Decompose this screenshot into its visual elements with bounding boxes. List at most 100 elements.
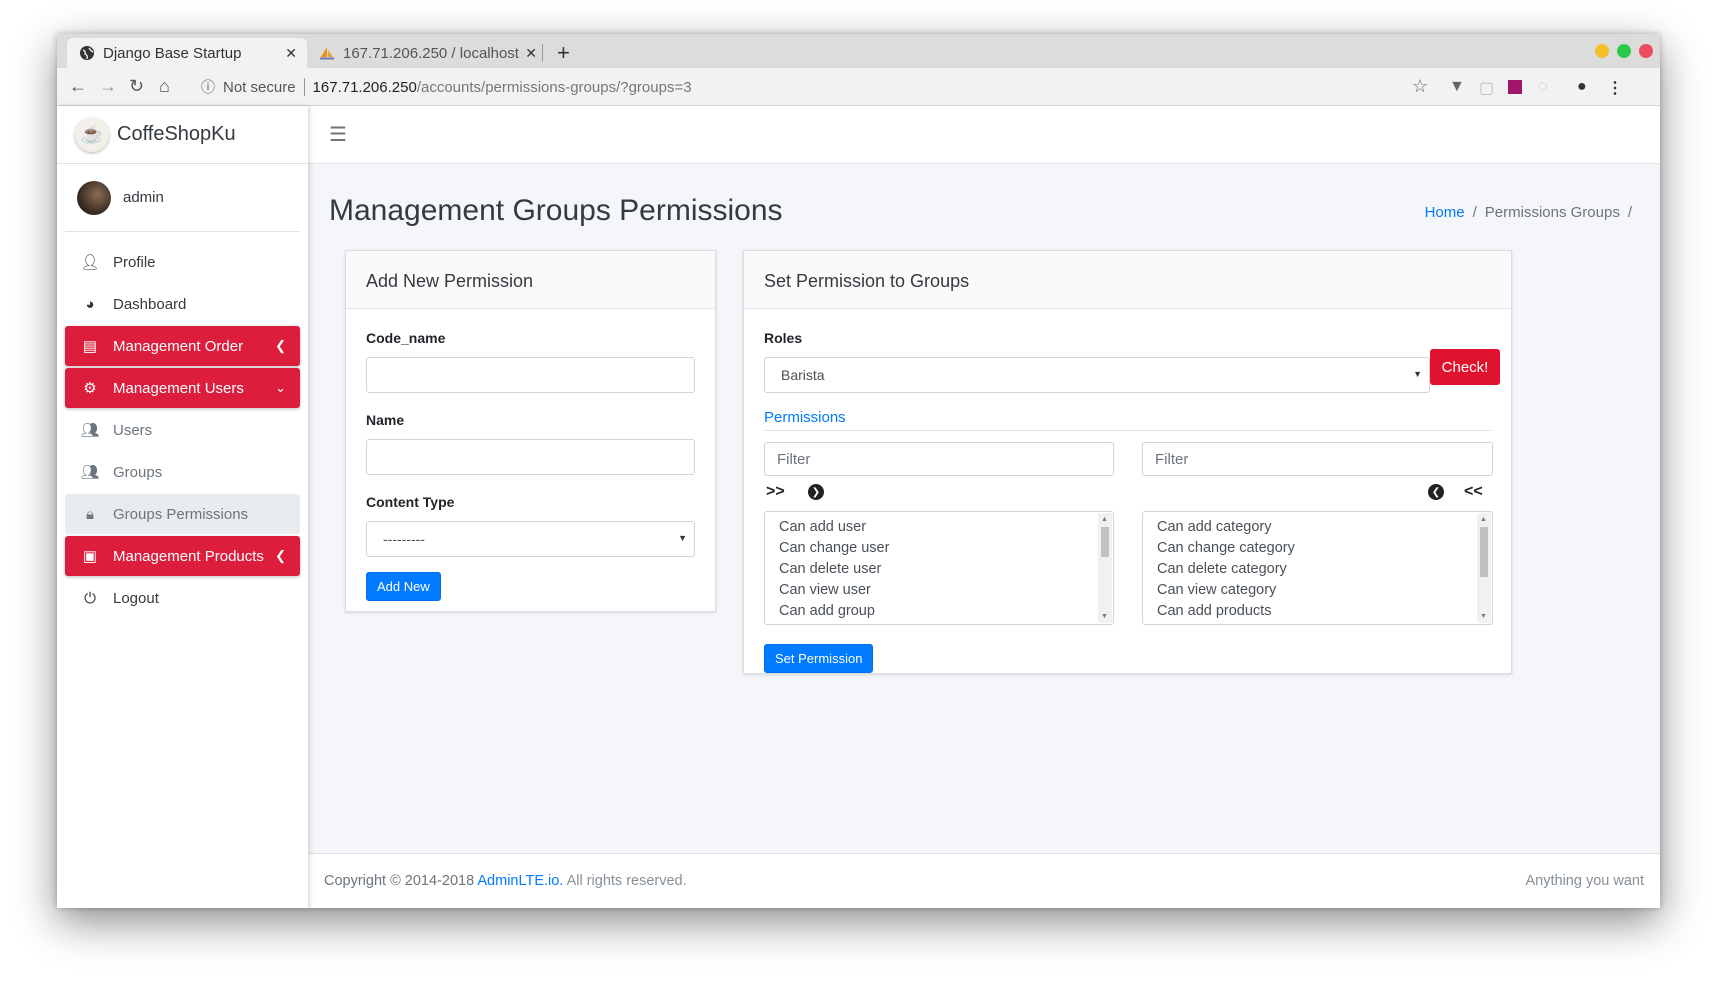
set-permission-button[interactable]: Set Permission xyxy=(764,644,874,673)
coffee-cup-icon: ☕ xyxy=(75,117,109,152)
sidebar-item-management-products[interactable]: ▣ Management Products ❮ xyxy=(65,536,300,576)
scrollbar-thumb[interactable] xyxy=(1480,527,1488,577)
menu-kebab-icon[interactable]: ⋮ xyxy=(1607,78,1623,98)
move-all-left-button[interactable]: << xyxy=(1464,483,1483,501)
move-all-right-button[interactable]: >> xyxy=(766,483,785,501)
sidebar-item-logout[interactable]: ⏻ Logout xyxy=(65,578,300,618)
close-tab-icon[interactable]: ✕ xyxy=(525,45,537,62)
add-new-button[interactable]: Add New xyxy=(366,572,441,601)
sidebar-item-groups[interactable]: 👥︎ Groups xyxy=(65,452,300,492)
forward-arrow-icon[interactable]: → xyxy=(99,76,117,97)
top-navbar: ☰ xyxy=(308,106,1660,164)
back-arrow-icon[interactable]: ← xyxy=(69,76,87,97)
available-permissions-list[interactable]: Can add user Can change user Can delete … xyxy=(764,511,1114,625)
name-input[interactable] xyxy=(366,439,695,475)
dashboard-icon: ◕ xyxy=(85,295,95,313)
close-tab-icon[interactable]: ✕ xyxy=(285,45,297,62)
list-item[interactable]: Can add products xyxy=(1143,601,1492,622)
extension-icon[interactable]: ▢ xyxy=(1479,78,1494,98)
tab-phpmyadmin[interactable]: 167.71.206.250 / localhost ✕ xyxy=(307,38,547,68)
gift-icon: ▣ xyxy=(82,548,98,565)
sidebar-item-label: Users xyxy=(113,421,153,439)
scrollbar[interactable]: ▲ ▼ xyxy=(1477,513,1491,623)
list-item[interactable]: Can add group xyxy=(765,601,1113,622)
sidebar-item-groups-permissions[interactable]: 🔒︎ Groups Permissions xyxy=(65,494,300,534)
card-title: Set Permission to Groups xyxy=(744,251,1511,309)
brand-name: CoffeShopKu xyxy=(117,123,236,145)
sidebar-menu: 👤︎ Profile ◕ Dashboard ▤ Management Orde… xyxy=(57,232,308,618)
brand[interactable]: ☕ CoffeShopKu xyxy=(57,106,308,164)
divider xyxy=(764,430,1491,431)
list-item[interactable]: Can add category xyxy=(1143,517,1492,538)
cash-register-icon: ▤ xyxy=(82,338,98,355)
reload-icon[interactable]: ↻ xyxy=(129,76,144,97)
list-item[interactable]: Can view category xyxy=(1143,580,1492,601)
list-item[interactable]: Can change user xyxy=(765,538,1113,559)
content-type-value: --------- xyxy=(383,531,425,547)
set-permission-form: Roles Barista ▼ Check! Permissions >> ❯ … xyxy=(744,309,1511,673)
roles-value: Barista xyxy=(781,367,825,383)
sidebar-item-users[interactable]: 👥︎ Users xyxy=(65,410,300,450)
chevron-left-icon: ❮ xyxy=(275,338,286,353)
breadcrumb-home[interactable]: Home xyxy=(1425,204,1465,221)
content-type-select[interactable]: --------- ▼ xyxy=(366,521,695,557)
sidebar-item-label: Dashboard xyxy=(113,295,187,313)
list-item[interactable]: Can delete category xyxy=(1143,559,1492,580)
url-host: 167.71.206.250 xyxy=(312,78,417,96)
check-button[interactable]: Check! xyxy=(1430,349,1500,385)
list-item[interactable]: Can delete user xyxy=(765,559,1113,580)
avatar xyxy=(77,180,111,215)
extension-icon[interactable]: ◌ xyxy=(1538,78,1548,96)
app-area: ☕ CoffeShopKu admin 👤︎ Profile ◕ Dashboa… xyxy=(57,106,1660,908)
hamburger-menu-icon[interactable]: ☰ xyxy=(329,122,347,147)
name-label: Name xyxy=(366,412,405,428)
sidebar-item-label: Profile xyxy=(113,253,156,271)
user-panel[interactable]: admin xyxy=(65,164,300,232)
bookmark-star-icon[interactable]: ☆ xyxy=(1412,76,1428,97)
roles-select[interactable]: Barista ▼ xyxy=(764,357,1430,393)
footer-right-text: Anything you want xyxy=(1525,873,1645,889)
close-window-button[interactable] xyxy=(1639,44,1653,58)
vue-devtools-icon[interactable]: ▼ xyxy=(1449,78,1465,96)
scroll-up-arrow-icon[interactable]: ▲ xyxy=(1101,516,1108,523)
list-item[interactable]: Can add user xyxy=(765,517,1113,538)
user-lock-icon: 🔒︎ xyxy=(86,505,94,523)
scrollbar-thumb[interactable] xyxy=(1101,527,1109,557)
arrow-left-circle-icon[interactable]: ❮ xyxy=(1428,484,1444,500)
sidebar-item-profile[interactable]: 👤︎ Profile xyxy=(65,242,300,282)
users-cog-icon: ⚙ xyxy=(83,380,97,397)
sidebar-item-dashboard[interactable]: ◕ Dashboard xyxy=(65,284,300,324)
list-item[interactable]: Can view user xyxy=(765,580,1113,601)
profile-icon[interactable]: ● xyxy=(1577,78,1587,96)
info-icon[interactable]: ⓘ xyxy=(201,77,215,97)
tab-django[interactable]: Django Base Startup ✕ xyxy=(67,38,307,68)
sidebar-item-management-users[interactable]: ⚙ Management Users ⌄ xyxy=(65,368,300,408)
home-icon[interactable]: ⌂ xyxy=(159,76,170,97)
code-name-label: Code_name xyxy=(366,330,446,346)
new-tab-button[interactable]: + xyxy=(557,40,570,66)
adminlte-link[interactable]: AdminLTE.io. xyxy=(477,873,563,889)
page-title: Management Groups Permissions xyxy=(329,194,783,227)
tab-bar: Django Base Startup ✕ 167.71.206.250 / l… xyxy=(57,34,1660,68)
maximize-button[interactable] xyxy=(1617,44,1631,58)
set-permission-card: Set Permission to Groups Roles Barista ▼… xyxy=(743,250,1512,674)
minimize-button[interactable] xyxy=(1595,44,1609,58)
code-name-input[interactable] xyxy=(366,357,695,393)
sidebar-item-management-order[interactable]: ▤ Management Order ❮ xyxy=(65,326,300,366)
selected-permissions-list[interactable]: Can add category Can change category Can… xyxy=(1142,511,1493,625)
list-item[interactable]: Can change category xyxy=(1143,538,1492,559)
selected-filter-input[interactable] xyxy=(1142,442,1493,476)
scroll-down-arrow-icon[interactable]: ▼ xyxy=(1101,613,1108,620)
arrow-right-circle-icon[interactable]: ❯ xyxy=(808,484,824,500)
scroll-up-arrow-icon[interactable]: ▲ xyxy=(1480,516,1487,523)
extension-icon[interactable] xyxy=(1508,80,1522,94)
footer: Copyright © 2014-2018 AdminLTE.io. All r… xyxy=(308,853,1660,908)
url-field[interactable]: ⓘ Not secure 167.71.206.250/accounts/per… xyxy=(201,74,1451,100)
available-filter-input[interactable] xyxy=(764,442,1114,476)
browser-window: Django Base Startup ✕ 167.71.206.250 / l… xyxy=(57,34,1660,908)
scrollbar[interactable]: ▲ ▼ xyxy=(1098,513,1112,623)
sidebar-item-label: Management Order xyxy=(113,337,244,355)
scroll-down-arrow-icon[interactable]: ▼ xyxy=(1480,613,1487,620)
sidebar-item-label: Management Products xyxy=(113,547,264,565)
breadcrumb: Home / Permissions Groups / xyxy=(1425,204,1632,221)
